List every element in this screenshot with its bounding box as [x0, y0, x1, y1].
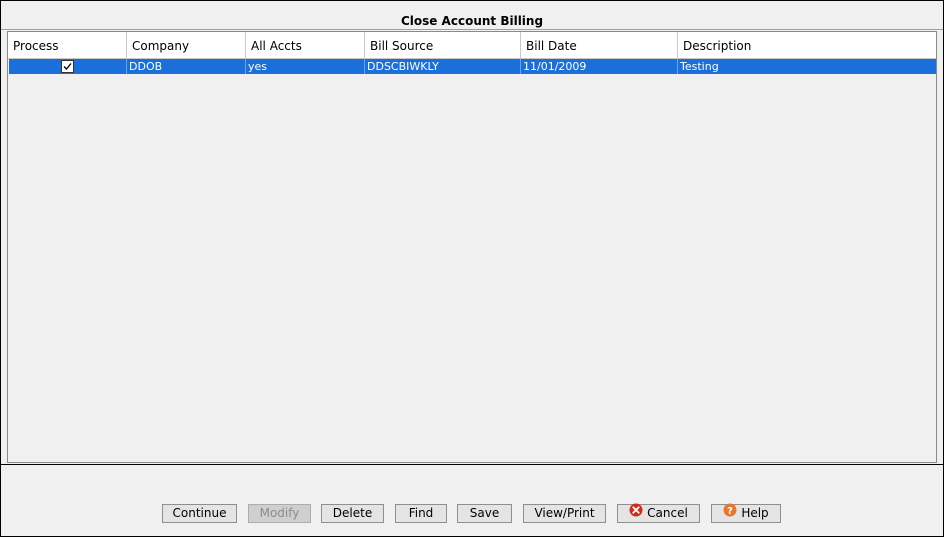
all-accts-cell: yes: [246, 59, 365, 74]
help-icon: ?: [723, 503, 737, 522]
button-bar-divider: [1, 464, 943, 465]
column-header-process[interactable]: Process: [8, 32, 127, 58]
close-account-billing-window: Close Account Billing Process Company Al…: [0, 0, 944, 537]
save-button[interactable]: Save: [457, 504, 512, 523]
window-title: Close Account Billing: [400, 14, 544, 28]
column-header-bill-date[interactable]: Bill Date: [521, 32, 678, 58]
column-header-description[interactable]: Description: [678, 32, 936, 58]
delete-button[interactable]: Delete: [321, 504, 384, 523]
table-row[interactable]: DDOB yes DDSCBIWKLY 11/01/2009 Testing: [9, 59, 936, 74]
column-header-company[interactable]: Company: [127, 32, 246, 58]
svg-text:?: ?: [727, 506, 733, 517]
billing-grid[interactable]: Process Company All Accts Bill Source Bi…: [7, 31, 937, 463]
column-header-bill-source[interactable]: Bill Source: [365, 32, 521, 58]
bill-source-cell: DDSCBIWKLY: [365, 59, 521, 74]
help-button[interactable]: ? Help: [711, 503, 781, 523]
cancel-button-label: Cancel: [647, 506, 688, 520]
company-cell: DDOB: [127, 59, 246, 74]
column-header-all-accts[interactable]: All Accts: [246, 32, 365, 58]
cancel-button[interactable]: Cancel: [617, 503, 700, 523]
find-button[interactable]: Find: [395, 504, 447, 523]
title-divider: [1, 29, 943, 30]
process-checkbox[interactable]: [61, 60, 74, 73]
view-print-button[interactable]: View/Print: [523, 504, 606, 523]
description-cell: Testing: [680, 60, 719, 73]
continue-button[interactable]: Continue: [162, 504, 237, 523]
bill-date-cell: 11/01/2009: [521, 59, 678, 74]
checkmark-icon: [63, 63, 72, 70]
grid-header: Process Company All Accts Bill Source Bi…: [8, 32, 936, 59]
cancel-icon: [629, 503, 643, 522]
modify-button[interactable]: Modify: [248, 504, 311, 523]
process-cell: [9, 59, 127, 74]
help-button-label: Help: [741, 506, 769, 520]
